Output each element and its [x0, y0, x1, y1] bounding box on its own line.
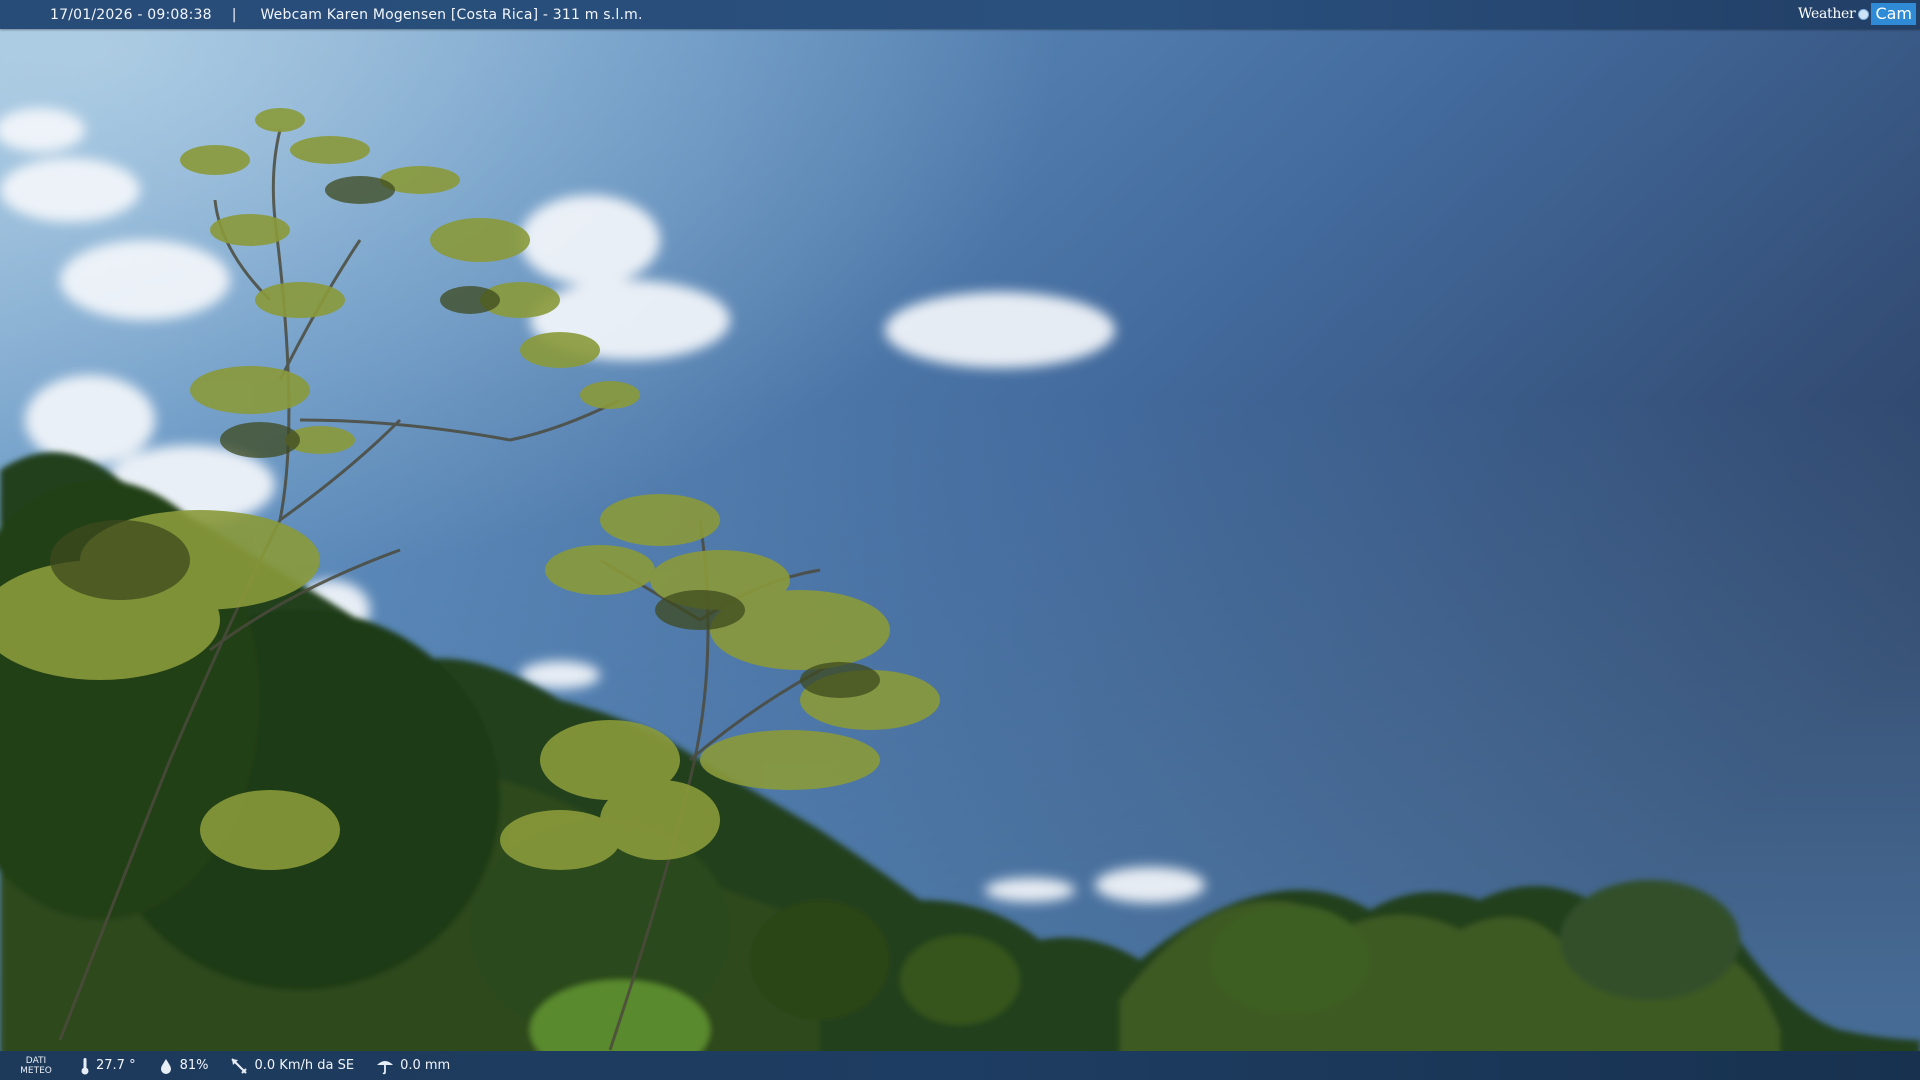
humidity-value: 81%	[179, 1058, 209, 1073]
thermometer-icon	[81, 1057, 89, 1074]
weather-data-bar: DATI METEO 27.7 ° 81% 0.0 Km/h da SE 0.0…	[0, 1051, 1920, 1080]
temperature-value: 27.7 °	[96, 1058, 136, 1073]
humidity-reading: 81%	[158, 1058, 209, 1074]
wind-vane-icon	[231, 1057, 248, 1074]
logo-weather-text: Weather	[1798, 6, 1856, 22]
webcam-image	[0, 0, 1920, 1080]
rain-gauge-icon	[377, 1060, 394, 1074]
logo-cam-text: Cam	[1871, 3, 1916, 25]
rain-reading: 0.0 mm	[376, 1057, 450, 1075]
webcam-title: Webcam Karen Mogensen [Costa Rica] - 311…	[260, 6, 643, 23]
logo-globe-icon	[1858, 8, 1870, 20]
wind-reading: 0.0 Km/h da SE	[230, 1057, 354, 1075]
humidity-drop-icon	[160, 1058, 171, 1074]
header-separator: |	[231, 6, 237, 23]
wind-value: 0.0 Km/h da SE	[254, 1058, 355, 1073]
header-bar: 17/01/2026 - 09:08:38 | Webcam Karen Mog…	[0, 0, 1920, 29]
rain-value: 0.0 mm	[400, 1058, 451, 1073]
timestamp: 17/01/2026 - 09:08:38	[50, 6, 212, 23]
weather-data-label: DATI METEO	[20, 1055, 52, 1076]
temperature-reading: 27.7 °	[80, 1057, 136, 1075]
weathercam-logo[interactable]: Weather Cam	[1798, 3, 1916, 25]
